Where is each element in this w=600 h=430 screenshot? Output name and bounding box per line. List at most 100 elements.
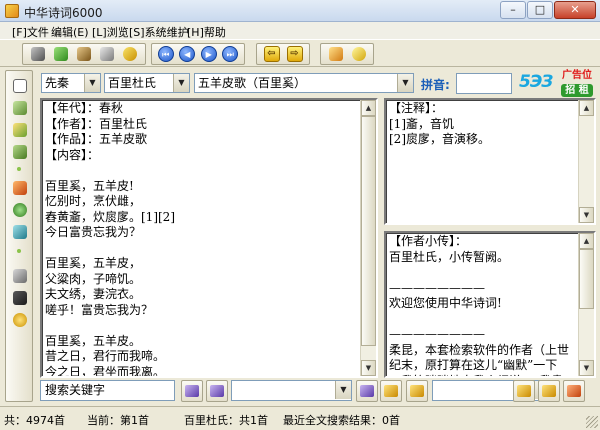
ad-logo: 5ЭЗ 广告位 招 租 <box>519 70 595 98</box>
speaker-icon <box>13 225 27 239</box>
search-prev-button[interactable] <box>181 380 203 402</box>
folder-edit-icon <box>542 385 556 397</box>
status-author-count: 百里杜氏：共1首 <box>184 414 268 427</box>
forward-button[interactable]: ⇨ <box>285 45 304 63</box>
tools-icon <box>13 269 27 283</box>
settings-button[interactable] <box>11 267 29 285</box>
scroll-up-icon[interactable]: ▲ <box>579 100 594 116</box>
author-value: 百里杜氏 <box>108 76 157 90</box>
cut-button[interactable] <box>28 45 47 63</box>
scroll-up-icon[interactable]: ▲ <box>361 100 376 116</box>
refresh-button[interactable] <box>349 45 368 63</box>
chevron-down-icon: ▼ <box>335 381 351 399</box>
side-toolbar <box>5 70 33 402</box>
paste-icon <box>77 47 91 61</box>
poem-select[interactable]: 五羊皮歌（百里奚） ▼ <box>194 73 414 93</box>
folder-add-button[interactable] <box>513 380 535 402</box>
bio-text: 【作者小传】： 百里杜氏，小传暂阙。 ———————— 欢迎您使用中华诗词! —… <box>389 234 570 376</box>
maximize-button[interactable]: □ <box>527 1 553 19</box>
author-select[interactable]: 百里杜氏 ▼ <box>104 73 190 93</box>
chevron-down-icon: ▼ <box>397 74 413 92</box>
folder-delete-button[interactable] <box>563 380 585 402</box>
help-button[interactable] <box>11 311 29 329</box>
bookmark-icon <box>13 181 27 195</box>
poem-content-panel[interactable]: 【年代】：春秋 【作者】：百里杜氏 【作品】：五羊皮歌 【内容】： 百里奚，五羊… <box>40 98 378 378</box>
menu-system[interactable]: [S]系统维护 <box>129 24 189 40</box>
copy-button[interactable] <box>51 45 70 63</box>
menu-edit[interactable]: 编辑(E) <box>51 24 89 40</box>
status-search-result: 最近全文搜索结果：0首 <box>283 414 400 427</box>
scroll-up-icon[interactable]: ▲ <box>579 233 594 249</box>
poem-scrollbar[interactable]: ▲ ▼ <box>360 100 376 376</box>
folder-edit-button[interactable] <box>538 380 560 402</box>
tool-button[interactable] <box>11 143 29 161</box>
paste-button[interactable] <box>74 45 93 63</box>
delete-button[interactable] <box>11 99 29 117</box>
folder-icon <box>410 385 424 397</box>
close-button[interactable]: ✕ <box>554 1 596 19</box>
menu-file[interactable]: [F]文件 <box>12 24 49 40</box>
search-bar: 搜索关键字 ▼ ▼ <box>40 379 596 405</box>
trash-icon <box>13 101 27 115</box>
folder-open-icon <box>384 385 398 397</box>
forward-arrow-icon: ⇨ <box>286 46 303 62</box>
bio-scrollbar[interactable]: ▲ ▼ <box>578 233 594 376</box>
pinyin-label: 拼音: <box>421 78 450 92</box>
fulltext-search-button[interactable] <box>356 380 378 402</box>
scroll-thumb[interactable] <box>579 249 594 309</box>
menu-help[interactable]: [H]帮助 <box>187 24 226 40</box>
cut-icon <box>30 47 45 61</box>
search-history-select[interactable]: ▼ <box>231 380 352 401</box>
sound-button[interactable] <box>11 223 29 241</box>
folder-delete-icon <box>567 385 581 397</box>
pinyin-input[interactable] <box>456 73 512 94</box>
search-icon <box>360 385 374 397</box>
notes-panel[interactable]: 【注释】： [1]齑，音饥 [2]扊扅，音演移。 ▲ ▼ <box>384 98 596 225</box>
brush-button[interactable] <box>11 121 29 139</box>
globe-button[interactable] <box>11 201 29 219</box>
title-bar: 中华诗词6000 – □ ✕ <box>0 0 600 22</box>
scroll-down-icon[interactable]: ▼ <box>579 360 594 376</box>
prev-button[interactable]: ◀ <box>179 45 197 63</box>
menu-bar: [F]文件 编辑(E) [L]浏览 [S]系统维护 [H]帮助 <box>0 22 600 39</box>
separator-dot <box>17 249 21 253</box>
book-button[interactable] <box>326 45 345 63</box>
refresh-icon <box>351 47 366 61</box>
chevron-down-icon: ▼ <box>84 74 100 92</box>
scroll-thumb[interactable] <box>361 116 376 346</box>
logo-mark-icon: 5ЭЗ <box>519 72 553 92</box>
ad-text: 广告位 <box>562 70 592 81</box>
minimize-button[interactable]: – <box>500 1 526 19</box>
book-icon <box>328 47 343 61</box>
resize-grip-icon[interactable] <box>586 416 598 428</box>
dynasty-select[interactable]: 先秦 ▼ <box>41 73 101 93</box>
bookmark-button[interactable] <box>11 179 29 197</box>
copy-icon <box>53 47 68 61</box>
back-button[interactable]: ⇦ <box>262 45 281 63</box>
undo-button[interactable] <box>121 45 140 63</box>
search-back-icon <box>185 385 199 397</box>
menu-browse[interactable]: [L]浏览 <box>92 24 129 40</box>
scroll-down-icon[interactable]: ▼ <box>579 207 594 223</box>
notes-scrollbar[interactable]: ▲ ▼ <box>578 100 594 223</box>
search-next-button[interactable] <box>206 380 228 402</box>
next-button[interactable]: ▶ <box>200 45 218 63</box>
author-bio-panel[interactable]: 【作者小传】： 百里杜氏，小传暂阙。 ———————— 欢迎您使用中华诗词! —… <box>384 231 596 378</box>
dynasty-value: 先秦 <box>45 76 70 90</box>
print-button[interactable] <box>98 45 117 63</box>
back-arrow-icon: ⇦ <box>263 46 280 62</box>
window-controls: – □ ✕ <box>499 1 596 19</box>
user-button[interactable] <box>11 289 29 307</box>
save-folder-button[interactable] <box>406 380 428 402</box>
first-button[interactable]: ⏮ <box>157 45 175 63</box>
last-button[interactable]: ⏭ <box>222 45 240 63</box>
print-icon <box>100 47 115 61</box>
user-icon <box>13 291 27 305</box>
prev-icon: ◀ <box>179 46 196 62</box>
globe-icon <box>13 203 27 217</box>
undo-icon <box>123 47 138 61</box>
new-button[interactable] <box>11 77 29 95</box>
search-input[interactable]: 搜索关键字 <box>40 380 175 401</box>
open-folder-button[interactable] <box>380 380 402 402</box>
scroll-down-icon[interactable]: ▼ <box>361 360 376 376</box>
